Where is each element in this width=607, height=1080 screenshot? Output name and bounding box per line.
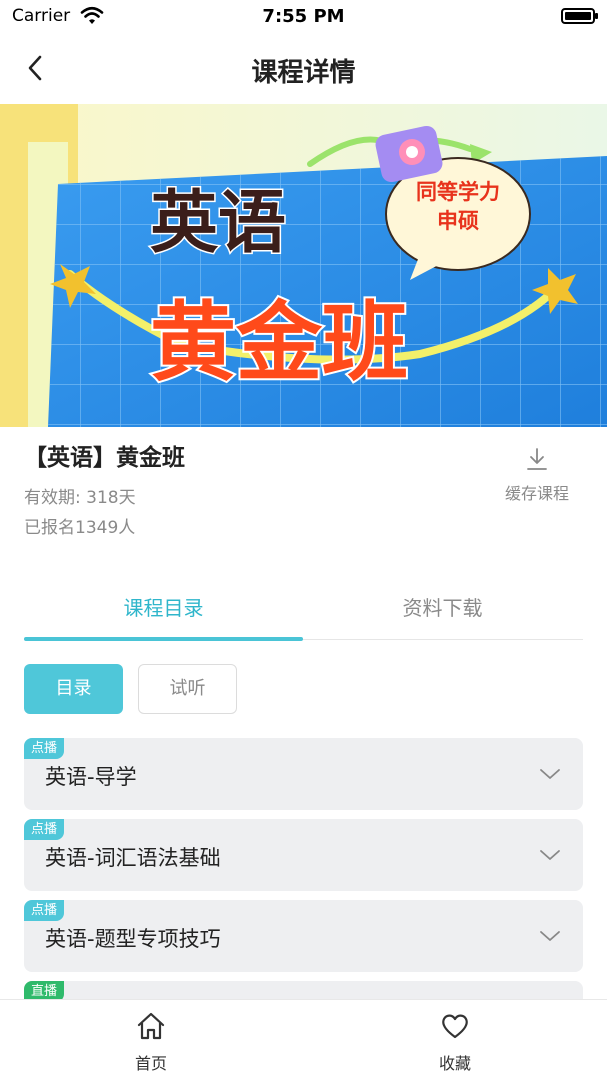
battery-icon <box>561 8 598 24</box>
tab-bar-favorites-label: 收藏 <box>438 1054 471 1073</box>
chevron-down-icon[interactable] <box>539 764 561 784</box>
banner-bubble-line2: 申硕 <box>437 209 479 233</box>
trial-filter-button[interactable]: 试听 <box>138 664 237 714</box>
status-time: 7:55 PM <box>262 6 345 27</box>
page-title: 课程详情 <box>251 58 356 88</box>
cache-course-label: 缓存课程 <box>504 484 569 503</box>
list-item[interactable]: 直播 <box>24 981 583 1000</box>
active-tab-indicator <box>24 637 303 641</box>
vod-tag: 点播 <box>24 819 65 840</box>
banner-title-line2: 黄金班 <box>150 293 408 393</box>
home-icon <box>137 1012 165 1040</box>
live-tag: 直播 <box>24 981 65 1000</box>
download-icon <box>527 448 547 470</box>
chevron-down-icon[interactable] <box>539 845 561 865</box>
tab-course-catalog[interactable]: 课程目录 <box>24 592 303 621</box>
tab-bar-home-label: 首页 <box>134 1054 167 1073</box>
catalog-filter-button[interactable]: 目录 <box>24 664 123 714</box>
cache-course-button[interactable]: 缓存课程 <box>496 446 578 508</box>
lesson-title: 英语-词汇语法基础 <box>45 846 221 870</box>
content-tabs: 课程目录 资料下载 <box>24 586 583 641</box>
tab-bar-home[interactable]: 首页 <box>91 1010 211 1074</box>
bottom-tab-bar: 首页 收藏 <box>0 999 607 1080</box>
validity-label: 有效期: 318天 <box>24 488 136 508</box>
course-banner: 英语 黄金班 同等学力 申硕 <box>0 104 607 427</box>
list-item[interactable]: 点播 英语-题型专项技巧 <box>24 900 583 972</box>
list-item[interactable]: 点播 英语-导学 <box>24 738 583 810</box>
nav-bar: 课程详情 <box>0 34 607 104</box>
status-bar: Carrier 7:55 PM <box>0 0 607 34</box>
chevron-down-icon[interactable] <box>539 926 561 946</box>
lesson-title: 英语-导学 <box>45 765 137 789</box>
list-item[interactable]: 点播 英语-词汇语法基础 <box>24 819 583 891</box>
tab-bar-favorites[interactable]: 收藏 <box>395 1010 515 1074</box>
course-title: 【英语】黄金班 <box>24 445 185 471</box>
banner-title-line1: 英语 <box>150 184 286 263</box>
vod-tag: 点播 <box>24 738 65 759</box>
tab-materials-download[interactable]: 资料下载 <box>303 592 582 621</box>
enrolled-count: 已报名1349人 <box>24 518 136 538</box>
banner-illustration: 英语 黄金班 同等学力 申硕 <box>0 104 607 427</box>
vod-tag: 点播 <box>24 900 65 921</box>
banner-bubble-line1: 同等学力 <box>416 180 500 204</box>
lesson-title: 英语-题型专项技巧 <box>45 927 221 951</box>
heart-icon <box>442 1014 468 1039</box>
lesson-list: 点播 英语-导学 点播 英语-词汇语法基础 点播 英语-题型专项技巧 直播 <box>24 738 583 1000</box>
